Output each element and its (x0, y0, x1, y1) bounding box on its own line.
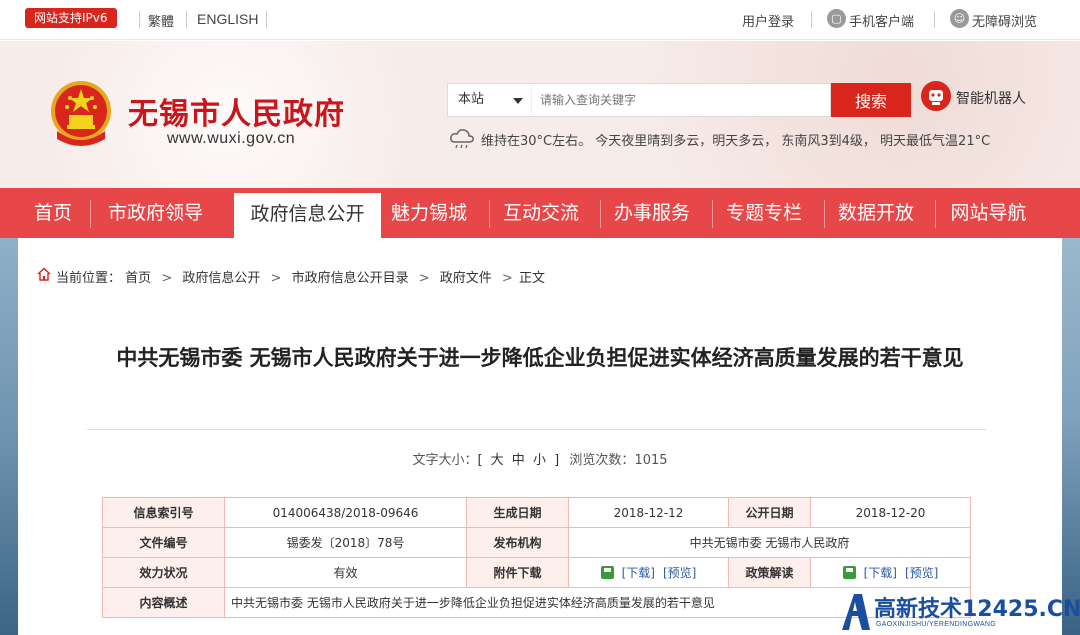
breadcrumb-item-current: 正文 (518, 271, 545, 286)
site-header: 无锡市人民政府 www.wuxi.gov.cn 本站 搜索 智能机器人 维持在3… (0, 41, 1080, 188)
background-scenery-right (1062, 238, 1080, 635)
cloud-rain-icon (450, 129, 474, 149)
summary-label: 内容概述 (102, 587, 225, 618)
search-scope-value: 本站 (458, 92, 485, 107)
views-count: 1015 (634, 453, 668, 468)
english-link[interactable]: ENGLISH (197, 11, 258, 27)
background-scenery-left (0, 238, 18, 635)
font-size-switcher[interactable]: [ 大 中 小 ] (477, 453, 561, 468)
nav-item-home[interactable]: 首页 (22, 188, 84, 238)
status-value: 有效 (224, 557, 467, 588)
attachment-preview-link[interactable]: [预览] (663, 564, 696, 581)
breadcrumb-item-gov-docs[interactable]: 政府文件 (440, 271, 492, 286)
font-size-label: 文字大小： (412, 453, 478, 468)
nav-divider (489, 200, 490, 228)
status-label: 效力状况 (102, 557, 225, 588)
index-label: 信息索引号 (102, 497, 225, 528)
table-row: 信息索引号 014006438/2018-09646 生成日期 2018-12-… (102, 497, 971, 528)
gen-date-label: 生成日期 (466, 497, 569, 528)
breadcrumb-item-directory[interactable]: 市政府信息公开目录 (292, 271, 409, 286)
divider (934, 11, 935, 28)
main-nav: 首页 市政府领导 政府信息公开 魅力锡城 互动交流 办事服务 专题专栏 数据开放 网站导航 (0, 188, 1080, 238)
watermark-logo-icon (842, 594, 870, 630)
policy-download-link[interactable]: [下载] (864, 564, 897, 581)
breadcrumb-item-home[interactable]: 首页 (125, 271, 151, 286)
top-bar: 网站支持IPv6 繁體 ENGLISH 用户登录 ▢ 手机客户端 ☺ 无障碍浏览 (0, 0, 1080, 40)
breadcrumb-item-gov-info[interactable]: 政府信息公开 (182, 271, 260, 286)
attachment-label: 附件下载 (466, 557, 569, 588)
search-input[interactable] (531, 83, 831, 117)
home-icon (37, 267, 51, 281)
divider (139, 11, 140, 28)
breadcrumb-separator: > (501, 271, 513, 286)
search-scope-select[interactable]: 本站 (447, 83, 531, 117)
nav-divider (712, 200, 713, 228)
nav-item-interaction[interactable]: 互动交流 (493, 188, 589, 238)
breadcrumb-prefix: 当前位置： (56, 271, 122, 286)
nav-item-leaders[interactable]: 市政府领导 (94, 188, 217, 238)
views-label: 浏览次数： (569, 453, 635, 468)
policy-cell: [下载] [预览] (810, 557, 971, 588)
traditional-chinese-link[interactable]: 繁體 (148, 11, 174, 30)
nav-divider (935, 200, 936, 228)
accessible-browse-link[interactable]: 无障碍浏览 (972, 11, 1037, 30)
watermark-subtext: GAOXINJISHU/YERENDINGWANG (876, 621, 997, 628)
watermark-text: 高新技术12425.CN (874, 597, 1080, 622)
nav-divider (824, 200, 825, 228)
document-meta: 文字大小：[ 大 中 小 ] 浏览次数：1015 (0, 449, 1080, 468)
watermark: 高新技术12425.CN GAOXINJISHU/YERENDINGWANG (840, 588, 1080, 635)
title-divider (87, 429, 986, 430)
search-button[interactable]: 搜索 (831, 83, 911, 117)
mobile-client-link[interactable]: 手机客户端 (849, 11, 914, 30)
nav-item-services[interactable]: 办事服务 (604, 188, 700, 238)
ipv6-badge[interactable]: 网站支持IPv6 (25, 8, 117, 28)
weather-ticker: 维持在30°C左右。 今天夜里晴到多云，明天多云， 东南风3到4级， 明天最低气… (481, 134, 991, 149)
robot-icon[interactable] (921, 81, 951, 111)
policy-interpretation-label: 政策解读 (728, 557, 811, 588)
doc-number-value: 锡委发〔2018〕78号 (224, 527, 467, 558)
gen-date-value: 2018-12-12 (568, 497, 729, 528)
table-row: 文件编号 锡委发〔2018〕78号 发布机构 中共无锡市委 无锡市人民政府 (102, 527, 971, 558)
attachment-cell: [下载] [预览] (568, 557, 729, 588)
policy-preview-link[interactable]: [预览] (905, 564, 938, 581)
nav-item-gov-info[interactable]: 政府信息公开 (234, 193, 381, 238)
nav-item-charm[interactable]: 魅力锡城 (381, 188, 477, 238)
breadcrumb-separator: > (270, 271, 282, 286)
nav-item-topics[interactable]: 专题专栏 (716, 188, 812, 238)
divider (811, 11, 812, 28)
file-save-icon (842, 566, 856, 579)
breadcrumb: 当前位置： 首页 > 政府信息公开 > 市政府信息公开目录 > 政府文件 > 正… (56, 267, 551, 286)
divider (266, 11, 267, 28)
national-emblem-icon[interactable] (47, 79, 115, 147)
nav-item-open-data[interactable]: 数据开放 (828, 188, 924, 238)
smart-robot-link[interactable]: 智能机器人 (956, 88, 1026, 108)
site-title[interactable]: 无锡市人民政府 (128, 89, 345, 133)
index-value: 014006438/2018-09646 (224, 497, 467, 528)
breadcrumb-separator: > (418, 271, 430, 286)
issuer-value: 中共无锡市委 无锡市人民政府 (568, 527, 971, 558)
nav-item-site-nav[interactable]: 网站导航 (939, 188, 1038, 238)
file-save-icon (600, 566, 614, 579)
divider (186, 11, 187, 28)
mobile-icon: ▢ (827, 9, 846, 28)
nav-divider (600, 200, 601, 228)
login-link[interactable]: 用户登录 (742, 11, 794, 30)
doc-number-label: 文件编号 (102, 527, 225, 558)
nav-divider (90, 200, 91, 228)
issuer-label: 发布机构 (466, 527, 569, 558)
accessibility-icon: ☺ (950, 9, 969, 28)
site-domain: www.wuxi.gov.cn (167, 130, 296, 147)
pub-date-label: 公开日期 (728, 497, 811, 528)
attachment-download-link[interactable]: [下载] (622, 564, 655, 581)
document-title: 中共无锡市委 无锡市人民政府关于进一步降低企业负担促进实体经济高质量发展的若干意… (116, 346, 964, 370)
pub-date-value: 2018-12-20 (810, 497, 971, 528)
breadcrumb-separator: > (161, 271, 173, 286)
caret-down-icon (513, 98, 523, 104)
table-row: 效力状况 有效 附件下载 [下载] [预览] 政策解读 [下载] [预览] (102, 557, 971, 588)
